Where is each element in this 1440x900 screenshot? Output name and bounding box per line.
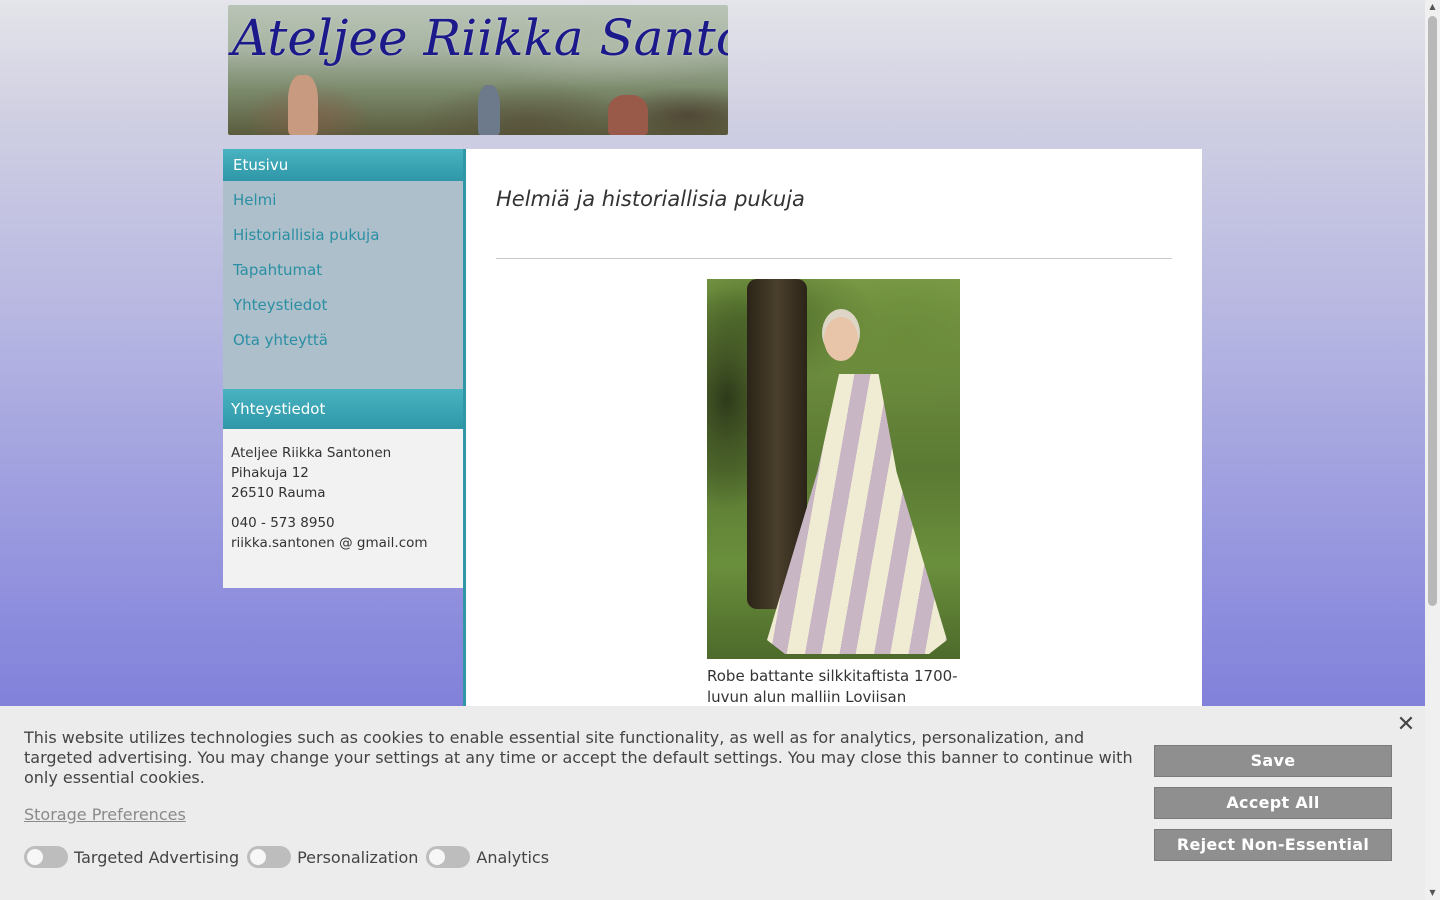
main-content: Helmiä ja historiallisia pukuja Robe bat… [463,149,1202,709]
nav-item-historiallisia-pukuja[interactable]: Historiallisia pukuja [223,219,463,254]
toggle-label: Targeted Advertising [74,847,240,867]
contact-box: Ateljee Riikka Santonen Pihakuja 12 2651… [223,429,463,588]
page-title: Helmiä ja historiallisia pukuja [496,187,805,211]
photo-head [824,317,858,361]
scroll-up-arrow-icon[interactable]: ▲ [1425,0,1440,14]
nav-item-helmi[interactable]: Helmi [223,184,463,219]
scrollbar-thumb[interactable] [1428,16,1437,606]
toggle-switch[interactable] [247,846,292,868]
banner-painting-figure [288,75,318,135]
reject-non-essential-button[interactable]: Reject Non-Essential [1154,829,1392,861]
contact-name: Ateljee Riikka Santonen [231,445,392,461]
scroll-down-arrow-icon[interactable]: ▼ [1425,886,1440,900]
photo-caption: Robe battante silkkitaftista 1700-luvun … [707,667,958,706]
nav-item-etusivu[interactable]: Etusivu [223,149,463,181]
site-title: Ateljee Riikka Santonen [232,9,728,67]
sidebar: Etusivu Helmi Historiallisia pukuja Tapa… [223,149,463,588]
main-navigation: Etusivu Helmi Historiallisia pukuja Tapa… [223,149,463,389]
toggle-personalization[interactable]: Personalization [247,846,418,868]
accept-all-button[interactable]: Accept All [1154,787,1392,819]
toggle-switch[interactable] [24,846,68,868]
toggle-label: Personalization [297,847,419,867]
banner-painting-figure [608,95,648,135]
nav-item-tapahtumat[interactable]: Tapahtumat [223,254,463,289]
toggle-targeted-advertising[interactable]: Targeted Advertising [24,846,239,868]
costume-photo[interactable] [707,279,960,659]
cookie-text: This website utilizes technologies such … [24,728,1133,787]
cookie-toggles: Targeted Advertising Personalization Ana… [24,846,557,868]
divider [496,258,1172,259]
page: Ateljee Riikka Santonen Etusivu Helmi Hi… [0,0,1425,900]
storage-preferences-link[interactable]: Storage Preferences [24,805,186,824]
contact-city: 26510 Rauma [231,485,326,501]
toggle-label: Analytics [476,847,550,867]
site-banner[interactable]: Ateljee Riikka Santonen [228,5,728,135]
contact-email: riikka.santonen @ gmail.com [231,535,428,551]
page-scrollbar[interactable]: ▲ ▼ [1425,0,1440,900]
contact-street: Pihakuja 12 [231,465,309,481]
banner-painting-figure [478,85,500,135]
contact-phone: 040 - 573 8950 [231,515,335,531]
cookie-banner: ✕ This website utilizes technologies suc… [0,706,1425,900]
contact-heading: Yhteystiedot [223,389,463,429]
save-button[interactable]: Save [1154,745,1392,777]
toggle-analytics[interactable]: Analytics [426,846,549,868]
nav-item-yhteystiedot[interactable]: Yhteystiedot [223,289,463,324]
toggle-switch[interactable] [426,846,471,868]
close-icon[interactable]: ✕ [1396,714,1416,736]
nav-item-ota-yhteytta[interactable]: Ota yhteyttä [223,324,463,359]
